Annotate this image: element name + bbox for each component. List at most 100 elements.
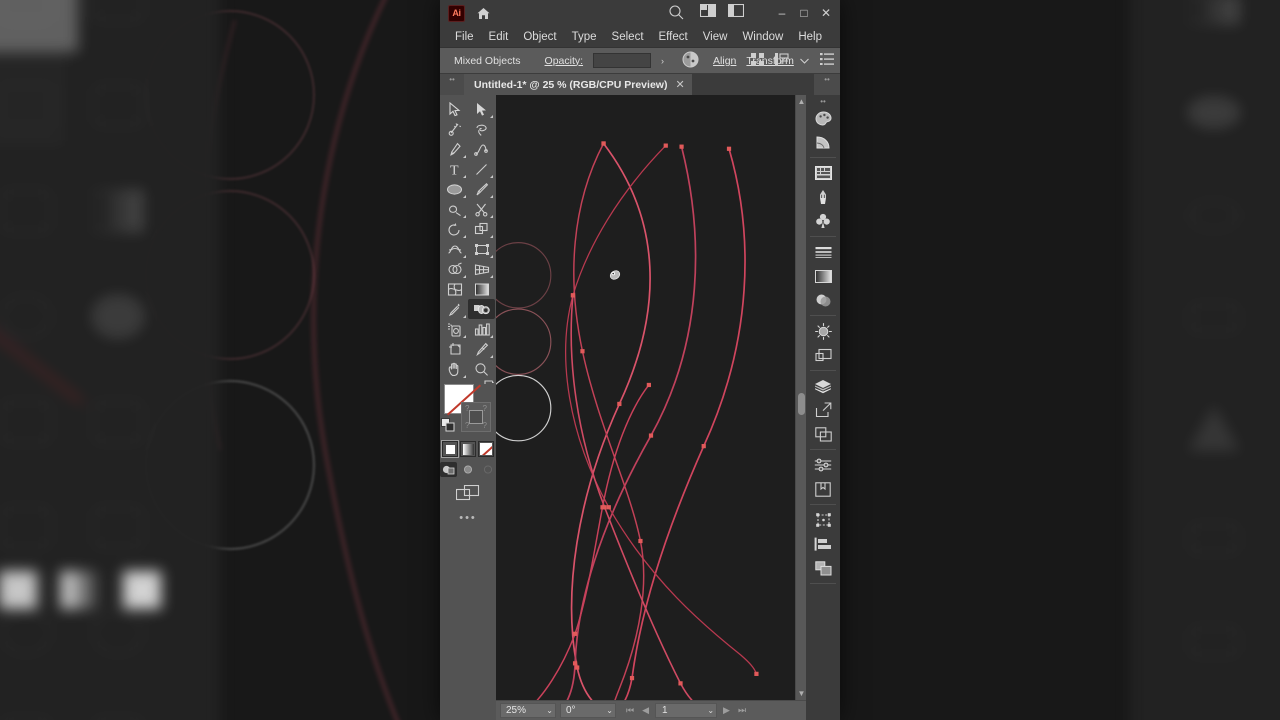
path-7[interactable] xyxy=(524,384,650,700)
none-mode-button[interactable] xyxy=(478,441,494,457)
opacity-label[interactable]: Opacity: xyxy=(545,55,584,67)
shaper-tool[interactable] xyxy=(441,199,468,219)
artboards-panel-icon[interactable] xyxy=(808,398,838,422)
graphic-styles-panel-icon[interactable] xyxy=(808,343,838,367)
tool-flyout-corner[interactable] xyxy=(490,215,493,218)
scissors-tool[interactable] xyxy=(468,199,495,219)
tool-flyout-corner[interactable] xyxy=(463,235,466,238)
slice-tool[interactable] xyxy=(468,339,495,359)
tool-flyout-corner[interactable] xyxy=(463,215,466,218)
stroke-swatch[interactable]: ? ? ? ? xyxy=(461,402,491,432)
swatches-panel-icon[interactable] xyxy=(808,161,838,185)
anchor-point[interactable] xyxy=(638,538,643,544)
menu-item-edit[interactable]: Edit xyxy=(482,29,516,45)
anchor-point[interactable] xyxy=(575,665,580,670)
dock-grip[interactable]: •• xyxy=(820,97,826,106)
properties-panel-icon[interactable] xyxy=(808,453,838,477)
anchor-point[interactable] xyxy=(701,444,706,449)
path-2[interactable] xyxy=(554,145,697,700)
align-panel-icon[interactable] xyxy=(808,532,838,556)
anchor-point[interactable] xyxy=(678,681,683,686)
last-artboard-button[interactable]: ⏭ xyxy=(738,705,746,716)
anchor-point[interactable] xyxy=(570,293,576,298)
tool-flyout-corner[interactable] xyxy=(490,195,493,198)
color-guide-icon[interactable] xyxy=(808,130,838,154)
anchor-point[interactable] xyxy=(629,675,635,681)
anchor-point[interactable] xyxy=(580,349,585,354)
align-button[interactable]: Align xyxy=(713,55,736,67)
tool-flyout-corner[interactable] xyxy=(490,235,493,238)
zoom-level-combo[interactable]: 25% ⌄ xyxy=(500,703,556,718)
type-tool[interactable]: T xyxy=(441,159,468,179)
lasso-tool[interactable] xyxy=(468,119,495,139)
path-6[interactable] xyxy=(570,294,708,700)
tab-strip-grip-right[interactable]: •• xyxy=(814,74,840,95)
chevron-down-icon[interactable] xyxy=(800,55,809,67)
stroke-panel-icon[interactable] xyxy=(808,240,838,264)
anchor-point[interactable] xyxy=(572,631,578,636)
layers-panel-icon[interactable] xyxy=(808,374,838,398)
menu-item-type[interactable]: Type xyxy=(565,29,604,45)
chevron-down-icon[interactable]: ⌄ xyxy=(707,706,714,715)
anchor-point[interactable] xyxy=(572,661,578,666)
arrange-documents-icon[interactable] xyxy=(699,3,717,20)
menu-item-object[interactable]: Object xyxy=(516,29,563,45)
column-graph-tool[interactable] xyxy=(468,319,495,339)
tool-flyout-corner[interactable] xyxy=(463,275,466,278)
opacity-flyout-icon[interactable]: › xyxy=(661,56,664,66)
home-icon[interactable] xyxy=(476,6,491,21)
appearance-panel-icon[interactable] xyxy=(808,319,838,343)
asset-export-panel-icon[interactable] xyxy=(808,422,838,446)
transparency-panel-icon[interactable] xyxy=(808,288,838,312)
color-mode-button[interactable] xyxy=(441,440,459,458)
anchor-point[interactable] xyxy=(602,505,607,510)
anchor-point[interactable] xyxy=(646,382,651,388)
edit-toolbar-button[interactable]: ••• xyxy=(459,512,477,524)
paintbrush-tool[interactable] xyxy=(468,179,495,199)
anchor-point[interactable] xyxy=(663,143,668,148)
libraries-panel-icon[interactable] xyxy=(808,477,838,501)
path-4[interactable] xyxy=(565,144,758,675)
tool-flyout-corner[interactable] xyxy=(490,275,493,278)
default-fill-stroke-icon[interactable] xyxy=(441,418,456,436)
close-icon[interactable]: ✕ xyxy=(675,78,684,91)
path-5[interactable] xyxy=(573,142,645,700)
artboard-number-combo[interactable]: 1 ⌄ xyxy=(655,703,718,718)
canvas[interactable]: ▲ ▼ xyxy=(496,95,806,700)
tool-flyout-corner[interactable] xyxy=(463,195,466,198)
width-tool[interactable] xyxy=(441,239,468,259)
pen-tool[interactable] xyxy=(441,139,468,159)
search-icon[interactable] xyxy=(668,4,685,24)
tab-strip-grip-left[interactable]: •• xyxy=(440,74,464,95)
menu-item-view[interactable]: View xyxy=(696,29,735,45)
free-transform-tool[interactable] xyxy=(468,239,495,259)
blend-tool[interactable] xyxy=(468,299,495,319)
chevron-down-icon[interactable]: ⌄ xyxy=(546,706,553,715)
menu-item-effect[interactable]: Effect xyxy=(652,29,695,45)
tool-flyout-corner[interactable] xyxy=(490,355,493,358)
anchor-point[interactable] xyxy=(679,144,684,149)
change-screen-mode-icon[interactable] xyxy=(455,484,480,504)
anchor-point[interactable] xyxy=(601,141,606,146)
anchor-point[interactable] xyxy=(570,293,576,298)
opacity-input[interactable] xyxy=(593,53,652,68)
draw-normal-button[interactable] xyxy=(440,462,457,477)
recolor-artwork-icon[interactable] xyxy=(682,51,699,71)
pathfinder-panel-icon[interactable] xyxy=(808,556,838,580)
minimize-button[interactable]: – xyxy=(772,2,792,24)
gradient-tool[interactable] xyxy=(468,279,495,299)
transform-panel-icon[interactable] xyxy=(808,508,838,532)
menu-item-window[interactable]: Window xyxy=(735,29,790,45)
line-segment-tool[interactable] xyxy=(468,159,495,179)
draw-inside-button[interactable] xyxy=(480,462,497,477)
tool-flyout-corner[interactable] xyxy=(463,315,466,318)
anchor-point[interactable] xyxy=(754,671,759,676)
perspective-grid-tool[interactable] xyxy=(468,259,495,279)
selection-tool[interactable] xyxy=(441,99,468,119)
tool-flyout-corner[interactable] xyxy=(463,375,466,378)
tool-flyout-corner[interactable] xyxy=(463,155,466,158)
tool-flyout-corner[interactable] xyxy=(463,335,466,338)
scale-tool[interactable] xyxy=(468,219,495,239)
shape-builder-tool[interactable] xyxy=(441,259,468,279)
symbols-panel-icon[interactable] xyxy=(808,209,838,233)
